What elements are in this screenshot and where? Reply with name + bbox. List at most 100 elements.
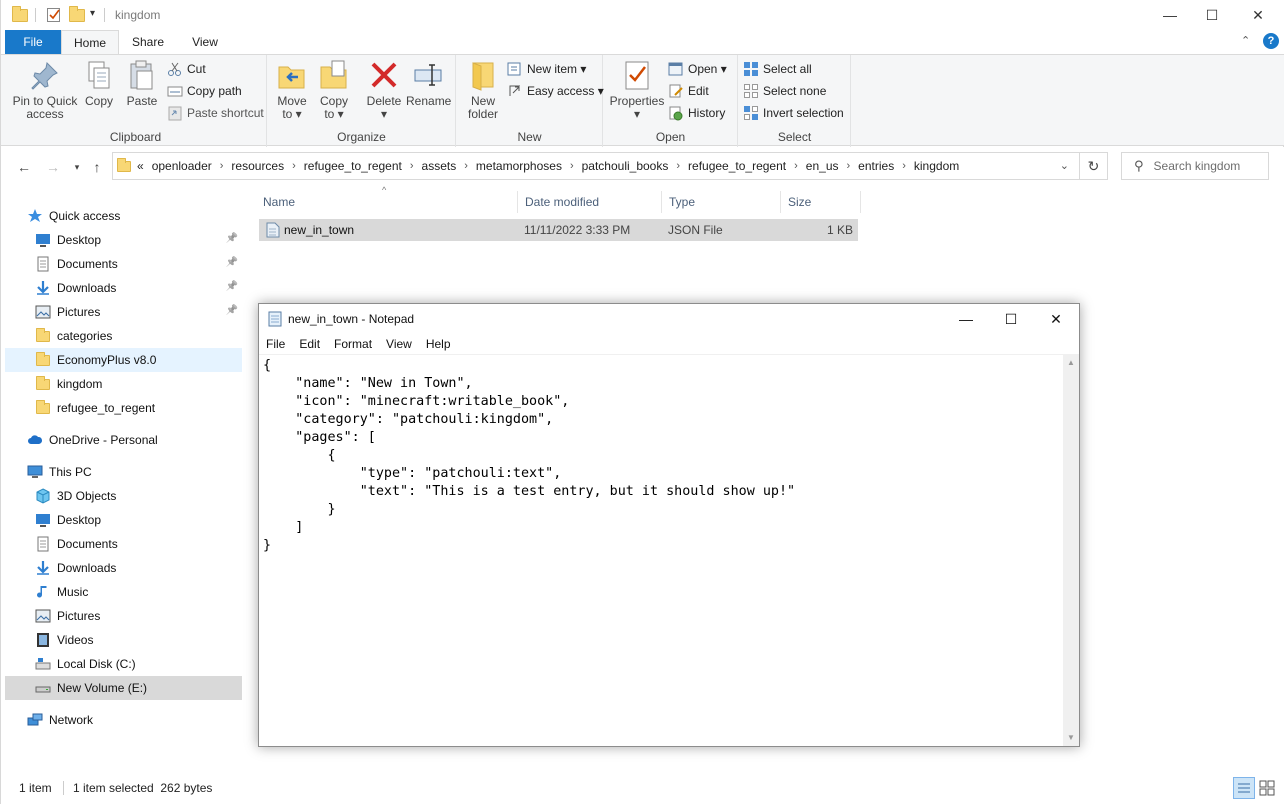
breadcrumb-separator-icon[interactable]: › — [570, 160, 574, 172]
cut-button[interactable]: Cut — [167, 59, 206, 79]
breadcrumb-separator-icon[interactable]: › — [902, 160, 906, 172]
nav-quick-access[interactable]: Quick access — [27, 204, 237, 228]
large-icons-view-icon[interactable] — [1259, 780, 1275, 796]
scroll-down-arrow-icon[interactable]: ▼ — [1063, 729, 1079, 746]
menu-format[interactable]: Format — [327, 337, 379, 351]
sidebar-item-documents[interactable]: Documents — [5, 532, 242, 556]
sidebar-item-kingdom[interactable]: kingdom — [5, 372, 242, 396]
new-item-button[interactable]: New item ▾ — [507, 59, 586, 79]
breadcrumb-item[interactable]: refugee_to_regent — [304, 159, 402, 173]
address-dropdown-chevron-icon[interactable]: ⌄ — [1060, 159, 1069, 172]
breadcrumb-separator-icon[interactable]: › — [794, 160, 798, 172]
up-arrow-icon[interactable]: ↑ — [87, 157, 107, 177]
notepad-text-area[interactable]: { "name": "New in Town", "icon": "minecr… — [259, 354, 1063, 746]
tab-file[interactable]: File — [5, 30, 61, 54]
forward-arrow-icon[interactable]: → — [43, 157, 63, 177]
breadcrumb-item[interactable]: entries — [858, 159, 894, 173]
sidebar-item-music[interactable]: Music — [5, 580, 242, 604]
notepad-close-button[interactable]: ✕ — [1033, 304, 1079, 334]
tab-view[interactable]: View — [177, 30, 233, 54]
column-header-size[interactable]: Size — [781, 191, 861, 213]
sidebar-item-downloads[interactable]: Downloads — [5, 556, 242, 580]
sidebar-item-documents[interactable]: Documents 📌 — [5, 252, 242, 276]
sidebar-item-3d-objects[interactable]: 3D Objects — [5, 484, 242, 508]
tab-home[interactable]: Home — [61, 30, 119, 55]
close-button[interactable]: ✕ — [1235, 0, 1281, 30]
menu-view[interactable]: View — [379, 337, 419, 351]
table-row[interactable]: new_in_town 11/11/2022 3:33 PM JSON File… — [259, 219, 858, 241]
delete-button[interactable]: Delete ▾ — [364, 59, 404, 121]
nav-onedrive[interactable]: OneDrive - Personal — [27, 428, 237, 452]
refresh-button[interactable]: ↻ — [1080, 152, 1108, 180]
pinned-icon[interactable]: 📌 — [226, 305, 238, 316]
sidebar-item-desktop[interactable]: Desktop — [5, 508, 242, 532]
breadcrumb-item[interactable]: assets — [422, 159, 457, 173]
recent-locations-chevron-icon[interactable]: ▾ — [67, 157, 87, 177]
pinned-icon[interactable]: 📌 — [226, 281, 238, 292]
nav-this-pc[interactable]: This PC — [27, 460, 237, 484]
move-to-button[interactable]: Move to ▾ — [274, 59, 310, 121]
collapse-ribbon-icon[interactable]: ⌃ — [1241, 34, 1250, 47]
pinned-icon[interactable]: 📌 — [226, 257, 238, 268]
sidebar-item-downloads[interactable]: Downloads 📌 — [5, 276, 242, 300]
breadcrumb-separator-icon[interactable]: › — [676, 160, 680, 172]
copy-to-button[interactable]: Copy to ▾ — [316, 59, 352, 121]
breadcrumb-item[interactable]: metamorphoses — [476, 159, 562, 173]
breadcrumb-item[interactable]: en_us — [806, 159, 839, 173]
properties-button[interactable]: Properties ▾ — [608, 59, 666, 121]
minimize-button[interactable]: — — [1147, 0, 1193, 30]
details-view-icon[interactable] — [1233, 777, 1255, 799]
paste-button[interactable]: Paste — [122, 59, 162, 108]
history-button[interactable]: History — [668, 103, 725, 123]
sidebar-item-desktop[interactable]: Desktop 📌 — [5, 228, 242, 252]
notepad-minimize-button[interactable]: — — [943, 304, 989, 334]
breadcrumb-separator-icon[interactable]: › — [410, 160, 414, 172]
sidebar-item-videos[interactable]: Videos — [5, 628, 242, 652]
breadcrumb-separator-icon[interactable]: › — [847, 160, 851, 172]
paste-shortcut-button[interactable]: Paste shortcut — [167, 103, 264, 123]
breadcrumb-item[interactable]: refugee_to_regent — [688, 159, 786, 173]
breadcrumb-item[interactable]: patchouli_books — [582, 159, 669, 173]
invert-selection-button[interactable]: Invert selection — [743, 103, 844, 123]
help-icon[interactable]: ? — [1263, 33, 1279, 49]
notepad-vertical-scrollbar[interactable]: ▲ ▼ — [1063, 354, 1079, 746]
sidebar-item-economyplus-v8-0[interactable]: EconomyPlus v8.0 — [5, 348, 242, 372]
breadcrumb-separator-icon[interactable]: › — [292, 160, 296, 172]
sidebar-item-pictures[interactable]: Pictures 📌 — [5, 300, 242, 324]
sidebar-item-pictures[interactable]: Pictures — [5, 604, 242, 628]
breadcrumb-item[interactable]: resources — [231, 159, 284, 173]
sidebar-item-categories[interactable]: categories — [5, 324, 242, 348]
new-folder-icon[interactable] — [69, 6, 85, 23]
customize-qat-icon[interactable]: ▾ — [90, 8, 95, 19]
nav-network[interactable]: Network — [27, 708, 237, 732]
open-button[interactable]: Open ▾ — [668, 59, 727, 79]
maximize-button[interactable]: ☐ — [1189, 0, 1235, 30]
breadcrumb-overflow-icon[interactable]: « — [137, 159, 144, 173]
tab-share[interactable]: Share — [119, 30, 177, 54]
new-folder-button[interactable]: New folder — [463, 59, 503, 121]
select-none-button[interactable]: Select none — [743, 81, 826, 101]
notepad-maximize-button[interactable]: ☐ — [988, 304, 1034, 334]
back-arrow-icon[interactable]: ← — [14, 157, 34, 177]
column-header-type[interactable]: Type — [662, 191, 781, 213]
sidebar-item-new-volume-e[interactable]: New Volume (E:) — [5, 676, 242, 700]
select-all-button[interactable]: Select all — [743, 59, 812, 79]
menu-edit[interactable]: Edit — [292, 337, 327, 351]
address-bar[interactable]: « openloader › resources › refugee_to_regent… — [112, 152, 1080, 180]
breadcrumb-separator-icon[interactable]: › — [220, 160, 224, 172]
menu-file[interactable]: File — [259, 337, 292, 351]
properties-checkmark-icon[interactable] — [46, 7, 62, 23]
copy-path-button[interactable]: Copy path — [167, 81, 242, 101]
sidebar-item-local-disk-c[interactable]: Local Disk (C:) — [5, 652, 242, 676]
scroll-up-arrow-icon[interactable]: ▲ — [1063, 354, 1079, 371]
column-header-date[interactable]: Date modified — [518, 191, 662, 213]
breadcrumb-item[interactable]: kingdom — [914, 159, 959, 173]
search-input[interactable]: ⚲ Search kingdom — [1121, 152, 1269, 180]
pin-to-quick-access-button[interactable]: Pin to Quick access — [9, 59, 81, 121]
rename-button[interactable]: Rename — [406, 59, 451, 108]
breadcrumb-separator-icon[interactable]: › — [464, 160, 468, 172]
menu-help[interactable]: Help — [419, 337, 458, 351]
sidebar-item-refugee-to-regent[interactable]: refugee_to_regent — [5, 396, 242, 420]
column-header-name[interactable]: Name — [256, 191, 518, 213]
copy-button[interactable]: Copy — [81, 59, 117, 108]
